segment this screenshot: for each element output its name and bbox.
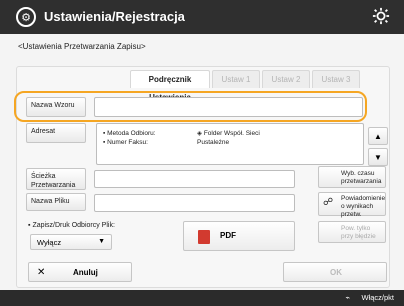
format-select[interactable]: Wyłącz ▼	[30, 234, 112, 250]
page-title: Ustawienia/Rejestracja	[44, 9, 185, 24]
list-item: Pustależne	[197, 139, 230, 146]
pdf-icon	[198, 230, 210, 244]
gear-icon[interactable]	[372, 7, 390, 25]
file-name-button[interactable]: Nazwa Pliku	[26, 193, 86, 211]
tab-set-2[interactable]: Ustaw 2	[262, 70, 310, 88]
tab-bar: Podręcznik Ustawienia Ustaw 1 Ustaw 2 Us…	[130, 70, 360, 102]
highlight-frame	[14, 91, 367, 122]
recipient-list[interactable]: ▪ Metoda Odbioru: ▪ Numer Faksu: ◈ Folde…	[96, 123, 364, 165]
chevron-down-icon: ▼	[98, 238, 105, 245]
settings-app-icon: ⚙	[16, 7, 36, 27]
folder-icon: ◈	[197, 130, 202, 137]
status-monitor[interactable]: Włącz/pkt	[361, 293, 394, 302]
notify-button[interactable]: ☍ Powiadomienie o wynikach przetw.	[318, 192, 386, 218]
only-errors-button[interactable]: Pow. tylko przy błędzie	[318, 221, 386, 243]
close-icon: ✕	[37, 267, 46, 278]
tab-set-1[interactable]: Ustaw 1	[212, 70, 260, 88]
format-label: ▪ Zapisz/Druk Odbiorcy Plik:	[28, 222, 115, 229]
arrow-up-icon: ▲	[374, 131, 382, 141]
list-item: ▪ Metoda Odbioru:	[103, 130, 156, 137]
tab-manual-settings[interactable]: Podręcznik Ustawienia	[130, 70, 210, 102]
send-time-button[interactable]: Wyb. czasu przetwarzania	[318, 166, 386, 188]
list-item: ◈ Folder Współ. Sieci	[197, 130, 260, 137]
pdf-button[interactable]: PDF	[183, 221, 295, 251]
file-name-field[interactable]	[94, 194, 295, 212]
tab-set-3[interactable]: Ustaw 3	[312, 70, 360, 88]
scroll-up-button[interactable]: ▲	[368, 127, 388, 145]
cancel-button[interactable]: ✕ Anuluj	[28, 262, 132, 282]
workflow-field[interactable]	[94, 170, 295, 188]
workflow-button[interactable]: Ścieżka Przetwarzania	[26, 168, 86, 190]
breadcrumb: <Ustawienia Przetwarzania Zapisu>	[18, 42, 146, 51]
monitor-icon: ⌁	[345, 293, 350, 302]
arrow-down-icon: ▼	[374, 152, 382, 162]
screen: ⚙ Ustawienia/Rejestracja <Ustawienia Prz…	[0, 0, 404, 306]
status-bar: ⌁ Włącz/pkt	[0, 290, 404, 306]
list-item: ▪ Numer Faksu:	[103, 139, 148, 146]
scroll-down-button[interactable]: ▼	[368, 148, 388, 166]
recipient-button[interactable]: Adresat	[26, 123, 86, 143]
ok-button[interactable]: OK	[283, 262, 387, 282]
title-bar: ⚙ Ustawienia/Rejestracja	[0, 0, 404, 34]
notify-icon: ☍	[323, 197, 334, 208]
